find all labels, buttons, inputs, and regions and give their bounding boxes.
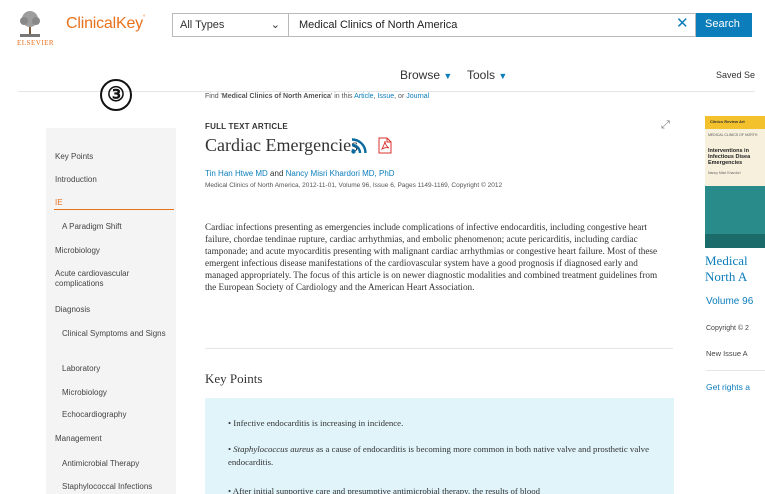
key-point-item: • After initial supportive care and pres… bbox=[228, 486, 541, 494]
browse-chevron-icon: ▼ bbox=[443, 71, 453, 81]
journal-title-link[interactable]: Medical North A bbox=[705, 253, 748, 285]
journal-title-line-1: Medical bbox=[705, 253, 748, 268]
author-link-2[interactable]: Nancy Misri Khardori MD, PhD bbox=[286, 169, 395, 178]
outline-item-laboratory[interactable]: Laboratory bbox=[62, 364, 100, 374]
pdf-icon[interactable] bbox=[378, 137, 392, 154]
key-point-item: • Infective endocarditis is increasing i… bbox=[228, 418, 404, 428]
right-divider bbox=[706, 370, 765, 371]
cover-band-text: Clinics Review Art bbox=[710, 119, 745, 124]
journal-cover-image[interactable]: Clinics Review Art MEDICAL CLINICS OF NO… bbox=[705, 116, 765, 248]
article-abstract: Cardiac infections presenting as emergen… bbox=[205, 222, 658, 292]
rss-icon[interactable] bbox=[351, 138, 367, 154]
outline-item-staphylococcal[interactable]: Staphylococcal Infections bbox=[62, 482, 152, 492]
cover-photo-band bbox=[705, 234, 765, 248]
key-points-heading: Key Points bbox=[205, 371, 263, 386]
article-authors: Tin Han Htwe MD and Nancy Misri Khardori… bbox=[205, 169, 395, 178]
clinicalkey-logo[interactable]: ClinicalKey° bbox=[66, 15, 145, 33]
content-type-select[interactable]: All Types ⌄ bbox=[172, 13, 288, 37]
content-type-value: All Types bbox=[180, 19, 225, 31]
get-rights-link[interactable]: Get rights a bbox=[706, 382, 750, 392]
outline-item-echocardiography[interactable]: Echocardiography bbox=[62, 410, 126, 420]
elsevier-wordmark: ELSEVIER bbox=[17, 39, 55, 47]
journal-copyright: Copyright © 2 bbox=[706, 325, 749, 332]
find-issue-link[interactable]: Issue bbox=[377, 93, 394, 100]
new-issue-alert[interactable]: New Issue A bbox=[706, 349, 748, 358]
organism-name: Staphylococcus aureus bbox=[233, 444, 314, 454]
tools-label: Tools bbox=[467, 68, 496, 82]
article-citation: Medical Clinics of North America, 2012-1… bbox=[205, 182, 503, 189]
key-point-item: • Staphylococcus aureus as a cause of en… bbox=[228, 444, 649, 467]
find-journal-link[interactable]: Journal bbox=[406, 93, 429, 100]
find-journal-name: Medical Clinics of North America bbox=[221, 93, 331, 100]
outline-item-antimicrobial-therapy[interactable]: Antimicrobial Therapy bbox=[62, 459, 139, 469]
annotation-number-3: ③ bbox=[100, 79, 132, 111]
annotation-label: ③ bbox=[107, 84, 125, 106]
tools-menu[interactable]: Tools ▼ bbox=[467, 68, 507, 82]
find-prefix: Find ' bbox=[205, 93, 222, 100]
tools-chevron-icon: ▼ bbox=[498, 71, 508, 81]
find-or: , or bbox=[394, 93, 407, 100]
outline-item-management[interactable]: Management bbox=[55, 434, 102, 444]
outline-item-ie[interactable]: IE bbox=[55, 198, 63, 208]
section-divider bbox=[205, 348, 673, 349]
cover-title: Interventions in Infectious Disea Emerge… bbox=[708, 148, 751, 166]
outline-item-clinical-symptoms[interactable]: Clinical Symptoms and Signs bbox=[62, 329, 167, 339]
outline-item-paradigm-shift[interactable]: A Paradigm Shift bbox=[62, 222, 122, 232]
elsevier-tree-icon[interactable] bbox=[18, 10, 42, 38]
author-link-1[interactable]: Tin Han Htwe MD bbox=[205, 169, 268, 178]
find-article-link[interactable]: Article bbox=[354, 93, 373, 100]
logo-tm: ° bbox=[142, 15, 146, 21]
outline-item-microbiology-sub[interactable]: Microbiology bbox=[62, 388, 107, 398]
cover-subtitle: MEDICAL CLINICS OF NORTH bbox=[708, 133, 758, 137]
active-item-underline bbox=[54, 209, 174, 210]
browse-label: Browse bbox=[400, 68, 441, 82]
cover-editor: Nancy Misri Khardori bbox=[708, 171, 741, 175]
find-mid: ' in this bbox=[330, 93, 355, 100]
browse-menu[interactable]: Browse ▼ bbox=[400, 68, 452, 82]
saved-searches-link[interactable]: Saved Se bbox=[716, 70, 755, 80]
expand-icon[interactable]: ⤢ bbox=[661, 119, 670, 132]
authors-and: and bbox=[267, 169, 286, 178]
article-type-label: FULL TEXT ARTICLE bbox=[205, 122, 288, 131]
outline-item-microbiology[interactable]: Microbiology bbox=[55, 246, 100, 256]
clear-search-icon[interactable]: ✕ bbox=[676, 16, 689, 32]
article-title: Cardiac Emergencies bbox=[205, 135, 359, 155]
outline-item-introduction[interactable]: Introduction bbox=[55, 175, 97, 185]
volume-link[interactable]: Volume 96 bbox=[706, 296, 753, 307]
outline-item-acute-complications[interactable]: Acute cardiovascular complications bbox=[55, 269, 165, 289]
journal-title-line-2: North A bbox=[705, 269, 748, 284]
outline-item-diagnosis[interactable]: Diagnosis bbox=[55, 305, 90, 315]
outline-item-key-points[interactable]: Key Points bbox=[55, 152, 93, 162]
logo-text: ClinicalKey bbox=[66, 15, 143, 32]
search-input[interactable]: Medical Clinics of North America bbox=[288, 13, 696, 37]
find-in-line: Find 'Medical Clinics of North America' … bbox=[205, 93, 430, 100]
search-button[interactable]: Search bbox=[696, 13, 752, 37]
chevron-down-icon: ⌄ bbox=[270, 19, 280, 31]
